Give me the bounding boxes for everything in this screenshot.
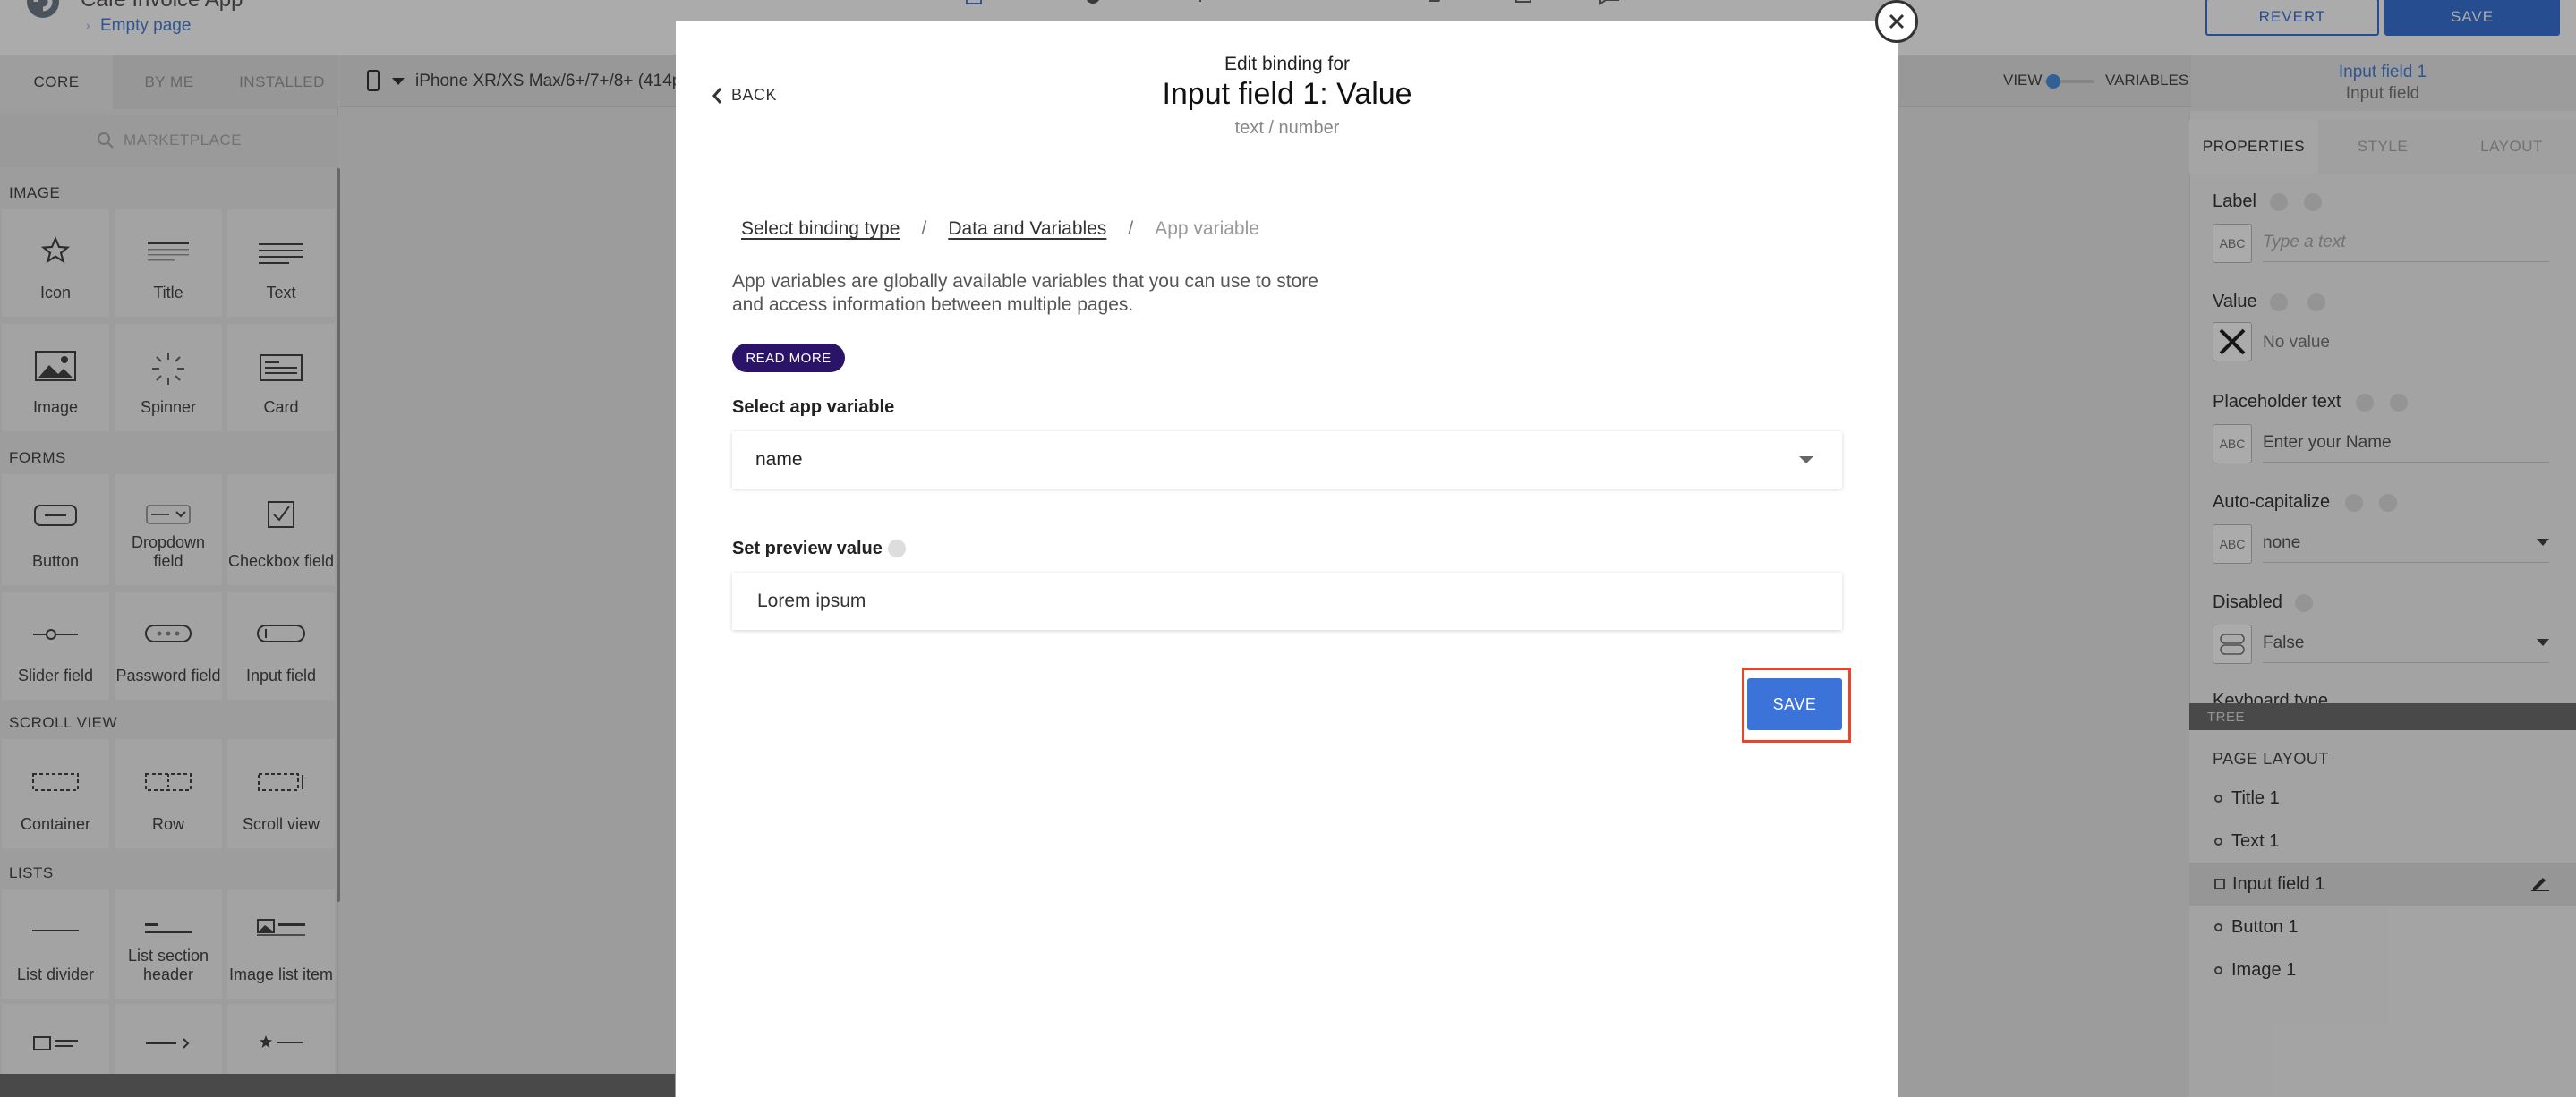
breadcrumb: Select binding type / Data and Variables…	[741, 218, 1259, 240]
description-line: and access information between multiple …	[732, 294, 1134, 315]
breadcrumb-data-and-variables[interactable]: Data and Variables	[948, 218, 1106, 240]
breadcrumb-separator: /	[1128, 218, 1134, 239]
app-variable-description: App variables are globally available var…	[732, 270, 1377, 317]
dialog-subtitle: Edit binding for	[1224, 54, 1351, 74]
breadcrumb-select-binding-type[interactable]: Select binding type	[741, 218, 900, 240]
read-more-button[interactable]: READ MORE	[732, 344, 845, 372]
close-icon	[1888, 13, 1906, 30]
close-dialog-button[interactable]	[1875, 0, 1918, 43]
info-icon[interactable]	[888, 540, 906, 557]
select-app-variable-label: Select app variable	[732, 397, 895, 417]
dialog-type-hint: text / number	[1234, 118, 1340, 138]
caret-down-icon[interactable]	[1799, 456, 1813, 463]
dialog-title: Input field 1: Value	[1162, 77, 1412, 111]
preview-value-label: Set preview value	[732, 539, 883, 558]
breadcrumb-separator: /	[921, 218, 927, 239]
breadcrumb-current: App variable	[1155, 218, 1259, 239]
save-binding-button[interactable]: SAVE	[1747, 678, 1842, 730]
description-line: App variables are globally available var…	[732, 271, 1318, 292]
edit-binding-dialog	[676, 21, 1898, 1097]
preview-value-input[interactable]: Lorem ipsum	[732, 573, 1842, 630]
app-variable-select[interactable]: name	[732, 431, 1842, 489]
